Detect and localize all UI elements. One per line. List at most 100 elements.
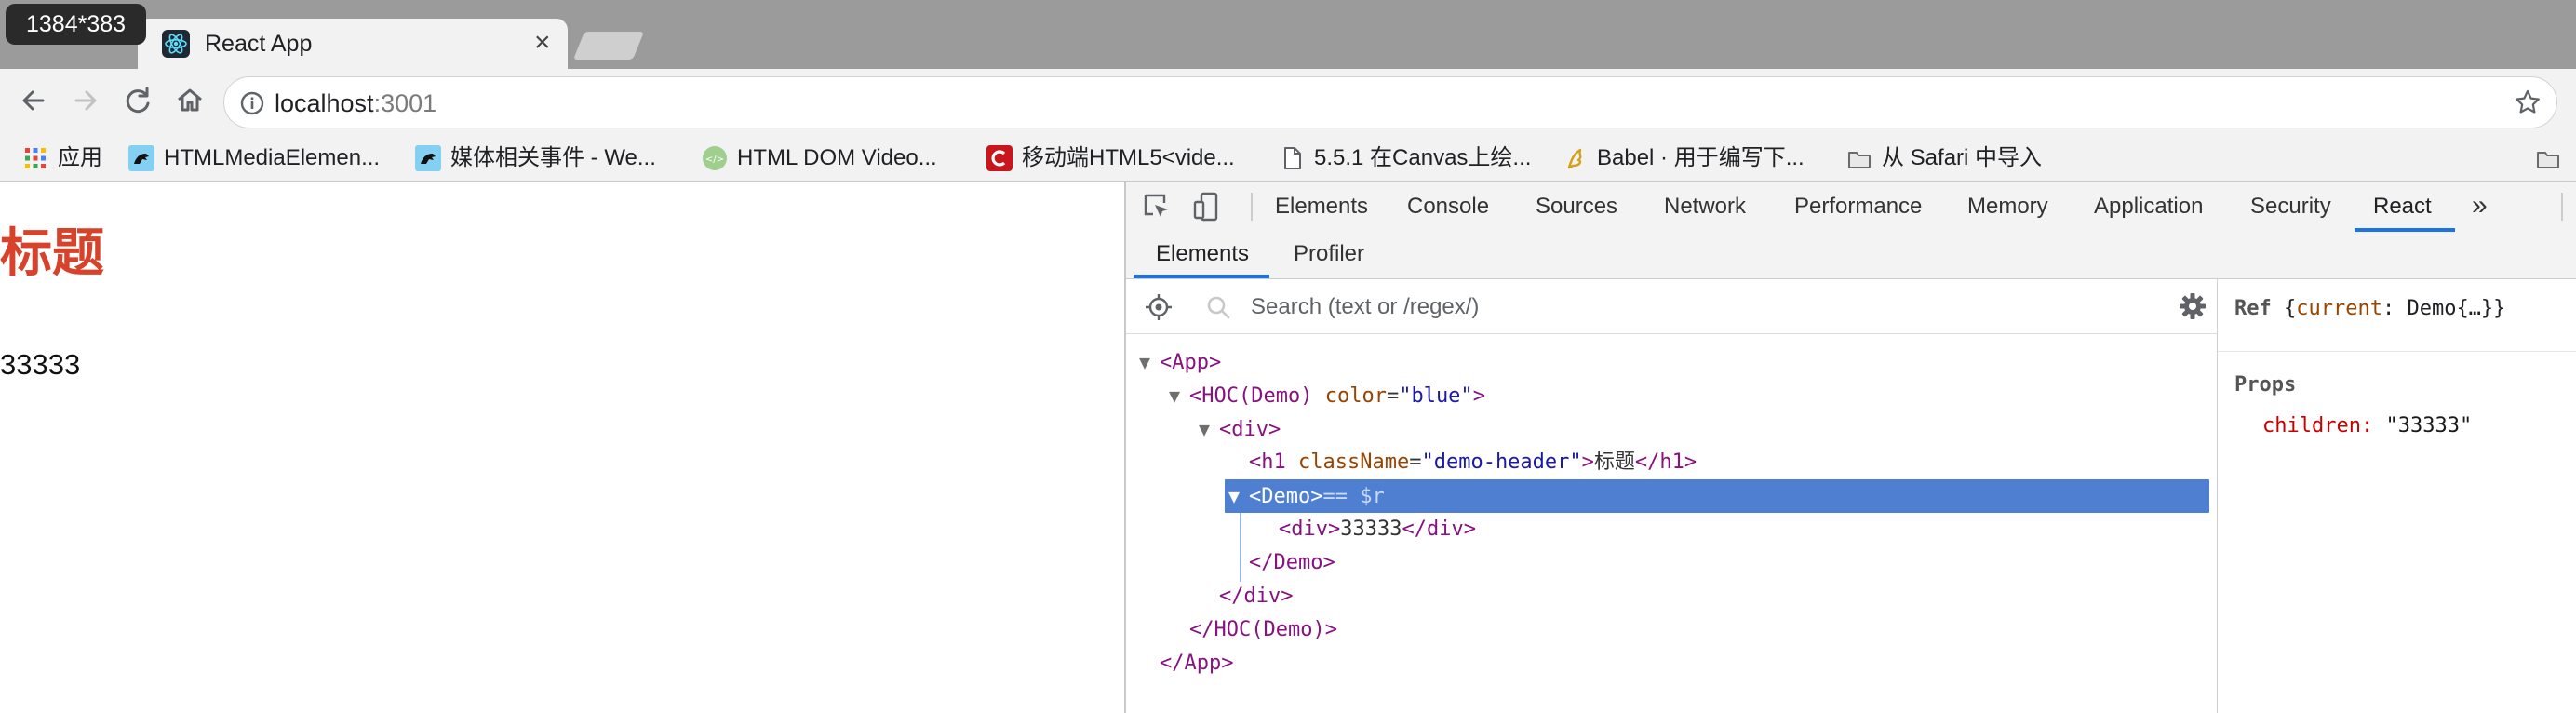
tab-console[interactable]: Console: [1407, 182, 1489, 232]
bookmark-label: HTMLMediaElemen...: [164, 145, 381, 170]
tag-name: div: [1243, 585, 1281, 608]
props-title: Props: [2234, 373, 2297, 397]
tree-node-demo-selected[interactable]: ▼ <Demo>== $r: [1228, 479, 1385, 513]
tag-name: HOC(Demo): [1201, 384, 1313, 408]
back-arrow-icon[interactable]: [13, 80, 54, 121]
subtab-elements[interactable]: Elements: [1156, 232, 1249, 278]
prop-value[interactable]: "33333": [2385, 414, 2472, 437]
more-tabs-icon[interactable]: »: [2472, 182, 2488, 232]
tree-node-div[interactable]: ▼ <div>: [1199, 412, 1281, 446]
select-component-icon[interactable]: [1145, 293, 1173, 321]
devtools-tabbar: Elements Console Sources Network Perform…: [1126, 182, 2576, 233]
browser-tab-active[interactable]: React App ×: [138, 19, 568, 69]
bookmark-babel[interactable]: Babel · 用于编写下...: [1562, 141, 1805, 175]
bookmark-label: 5.5.1 在Canvas上绘...: [1314, 145, 1532, 170]
bookmark-label: 移动端HTML5<vide...: [1022, 145, 1235, 170]
page-heading: 标题: [0, 223, 104, 284]
url-port: :3001: [373, 89, 437, 117]
bookmark-apps[interactable]: 应用: [22, 141, 102, 175]
csdn-icon: [986, 145, 1013, 171]
w3schools-icon: </>: [702, 145, 728, 171]
react-logo-icon: [162, 30, 190, 58]
bookmark-htmlmediaelement[interactable]: HTMLMediaElemen...: [128, 141, 380, 175]
component-tree: ▼ <App> ▼ <HOC(Demo) color="blue"> ▼ <div> …: [1126, 334, 2217, 713]
node-text: 33333: [1340, 518, 1402, 541]
tab-elements[interactable]: Elements: [1275, 182, 1368, 232]
tag-name: div: [1231, 418, 1268, 441]
component-tree-pane: ▼<App> ▼<HOC(Demo) color="blue"> ▼<div> …: [1126, 278, 2217, 713]
attr-name: className: [1298, 451, 1410, 474]
search-icon: [1204, 293, 1232, 321]
tab-react[interactable]: React: [2373, 182, 2432, 232]
tag-name: div: [1426, 518, 1464, 541]
forward-arrow-icon[interactable]: [65, 80, 106, 121]
tab-security[interactable]: Security: [2250, 182, 2331, 232]
prop-row-children[interactable]: children: "33333": [2262, 414, 2472, 437]
bookmark-mobile-html5-video[interactable]: 移动端HTML5<vide...: [986, 141, 1235, 175]
tree-node-inner-div[interactable]: <div>33333</div>: [1279, 513, 1476, 546]
bookmarks-bar: 应用 HTMLMediaElemen... 媒体相关事件 - We... </>…: [0, 136, 2576, 182]
tag-name: div: [1291, 518, 1328, 541]
subtab-profiler[interactable]: Profiler: [1294, 232, 1364, 278]
devtools-panel: Elements Console Sources Network Perform…: [1124, 182, 2576, 713]
svg-text:</>: </>: [705, 155, 724, 165]
bookmark-star-icon[interactable]: [2514, 88, 2542, 121]
mdn-dino-icon: [415, 145, 441, 171]
tree-node-app-close[interactable]: </App>: [1160, 647, 1234, 680]
bookmark-label: HTML DOM Video...: [737, 145, 937, 170]
component-search-input[interactable]: [1249, 286, 2090, 329]
browser-tabstrip: 1384*383 React App ×: [0, 0, 2576, 69]
tab-network[interactable]: Network: [1664, 182, 1746, 232]
address-bar[interactable]: localhost:3001: [223, 76, 2557, 128]
bookmark-canvas[interactable]: 5.5.1 在Canvas上绘...: [1279, 141, 1531, 175]
apps-grid-icon: [22, 145, 48, 171]
toolbar-divider: [2561, 193, 2563, 221]
tree-node-demo-close[interactable]: </Demo>: [1249, 546, 1335, 580]
folder-icon: [1846, 145, 1872, 171]
tree-node-h1[interactable]: <h1 className="demo-header">标题</h1>: [1249, 446, 1697, 479]
tree-node-app[interactable]: ▼ <App>: [1139, 345, 1221, 379]
bookmark-media-events[interactable]: 媒体相关事件 - We...: [415, 141, 656, 175]
url-host: localhost: [275, 89, 374, 117]
tab-close-icon[interactable]: ×: [534, 28, 551, 58]
node-text: 标题: [1593, 451, 1635, 474]
tab-application[interactable]: Application: [2094, 182, 2203, 232]
inspect-element-icon[interactable]: [1141, 191, 1173, 222]
bookmark-label: 应用: [58, 145, 102, 170]
tab-sources[interactable]: Sources: [1536, 182, 1617, 232]
tree-node-hoc-demo[interactable]: ▼ <HOC(Demo) color="blue">: [1169, 379, 1485, 412]
tab-memory[interactable]: Memory: [1967, 182, 2048, 232]
bookmark-label: 从 Safari 中导入: [1882, 145, 2043, 170]
bookmark-label: 媒体相关事件 - We...: [450, 145, 656, 170]
tag-name: Demo: [1273, 551, 1323, 574]
attr-name: color: [1324, 384, 1387, 408]
bookmark-html-dom-video[interactable]: </> HTML DOM Video...: [702, 141, 937, 175]
tree-node-hoc-close[interactable]: </HOC(Demo)>: [1189, 613, 1337, 647]
expand-arrow-icon[interactable]: ▼: [1199, 412, 1219, 446]
new-tab-button[interactable]: [572, 32, 645, 60]
settings-gear-icon[interactable]: [2178, 291, 2207, 321]
tree-node-div-close[interactable]: </div>: [1219, 580, 1294, 613]
home-icon[interactable]: [169, 80, 210, 121]
tag-name: App: [1184, 652, 1222, 675]
bookmark-label: Babel · 用于编写下...: [1597, 145, 1805, 170]
ref-suffix: == $r: [1322, 485, 1385, 508]
section-divider: [2218, 351, 2576, 352]
expand-arrow-icon[interactable]: ▼: [1139, 345, 1160, 379]
babel-icon: [1562, 145, 1588, 171]
document-icon: [1279, 145, 1305, 171]
ref-key: current: [2296, 297, 2382, 320]
expand-arrow-icon[interactable]: ▼: [1169, 379, 1189, 412]
tab-performance[interactable]: Performance: [1794, 182, 1922, 232]
attr-value: "blue": [1399, 384, 1473, 408]
tab-title: React App: [205, 31, 313, 57]
reload-icon[interactable]: [117, 80, 158, 121]
bookmark-folder-overflow[interactable]: [2535, 141, 2570, 175]
url-text[interactable]: localhost:3001: [275, 88, 436, 118]
folder-icon: [2535, 145, 2561, 171]
tree-guide-line: [1240, 513, 1241, 582]
device-toolbar-icon[interactable]: [1191, 191, 1223, 222]
info-circle-icon[interactable]: [239, 90, 265, 121]
bookmark-folder-safari[interactable]: 从 Safari 中导入: [1846, 141, 2042, 175]
expand-arrow-icon[interactable]: ▼: [1228, 479, 1249, 513]
